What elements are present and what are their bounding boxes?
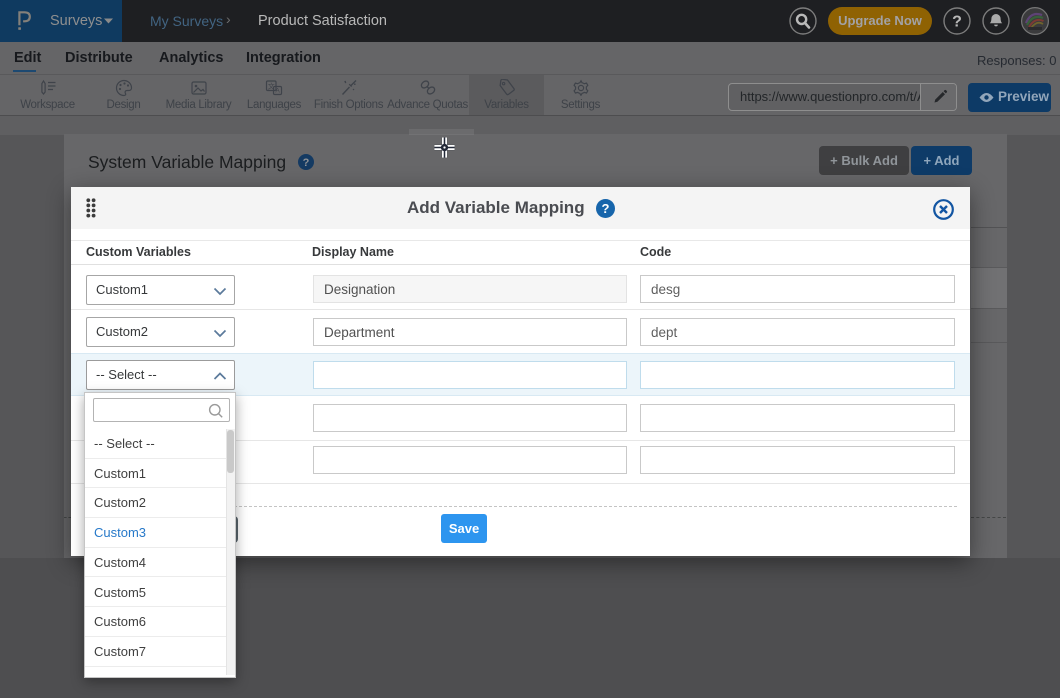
svg-text:?: ? [303,157,310,169]
svg-text:?: ? [602,201,610,216]
svg-text:A: A [275,88,280,95]
svg-text:?: ? [952,14,962,31]
